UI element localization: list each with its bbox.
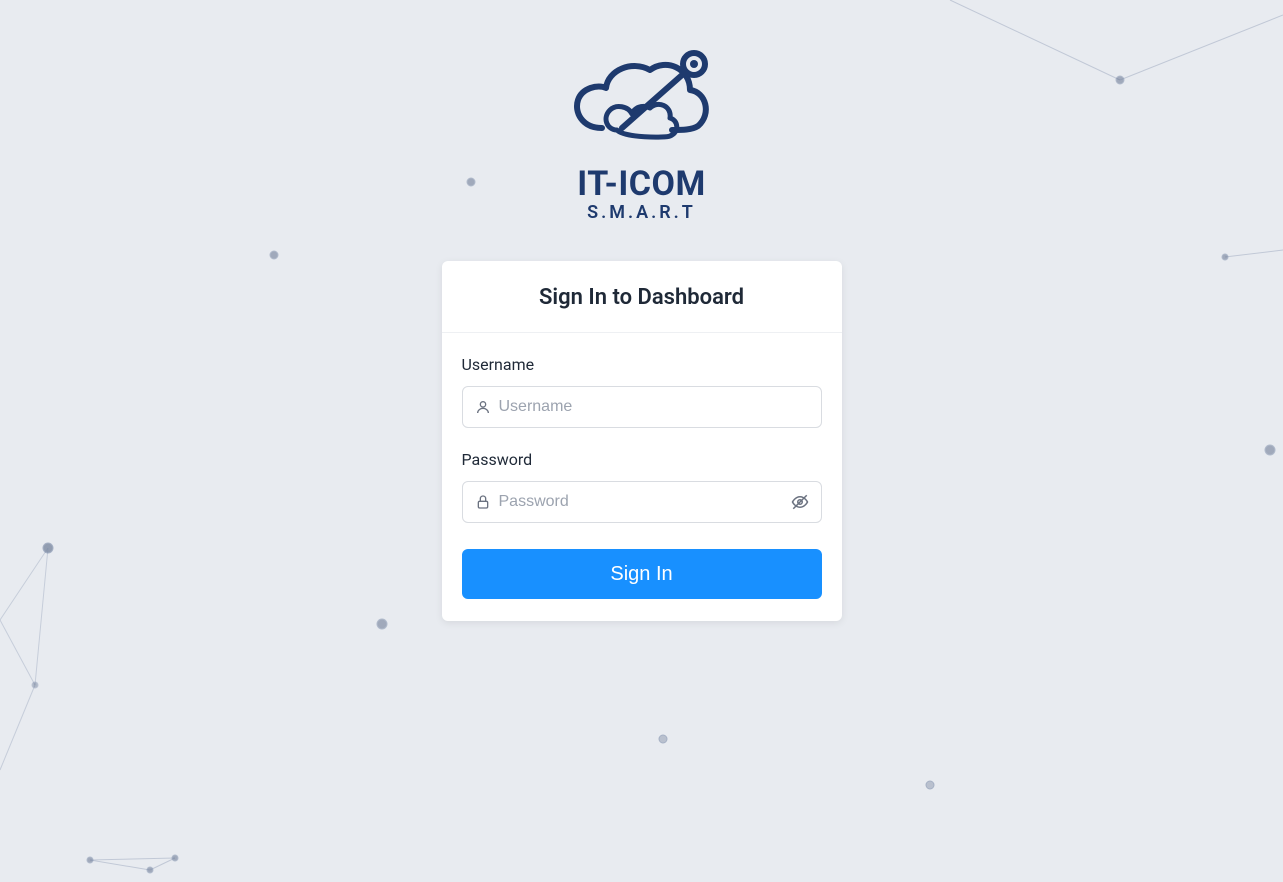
username-input[interactable]: [491, 398, 809, 416]
username-input-wrap[interactable]: [462, 386, 822, 428]
card-title: Sign In to Dashboard: [462, 285, 822, 310]
signin-button[interactable]: Sign In: [462, 549, 822, 599]
password-input[interactable]: [491, 493, 785, 511]
password-label: Password: [462, 450, 822, 469]
username-label: Username: [462, 355, 822, 374]
lock-icon: [475, 494, 491, 510]
logo-subtitle: S.M.A.R.T: [587, 202, 696, 223]
card-header: Sign In to Dashboard: [442, 261, 842, 333]
password-input-wrap[interactable]: [462, 481, 822, 523]
user-icon: [475, 399, 491, 415]
cloud-logo-icon: [562, 50, 722, 160]
eye-off-icon[interactable]: [785, 493, 809, 511]
logo: IT-ICOM S.M.A.R.T: [562, 50, 722, 223]
login-card: Sign In to Dashboard Username Password: [442, 261, 842, 621]
logo-title: IT-ICOM: [577, 164, 706, 204]
